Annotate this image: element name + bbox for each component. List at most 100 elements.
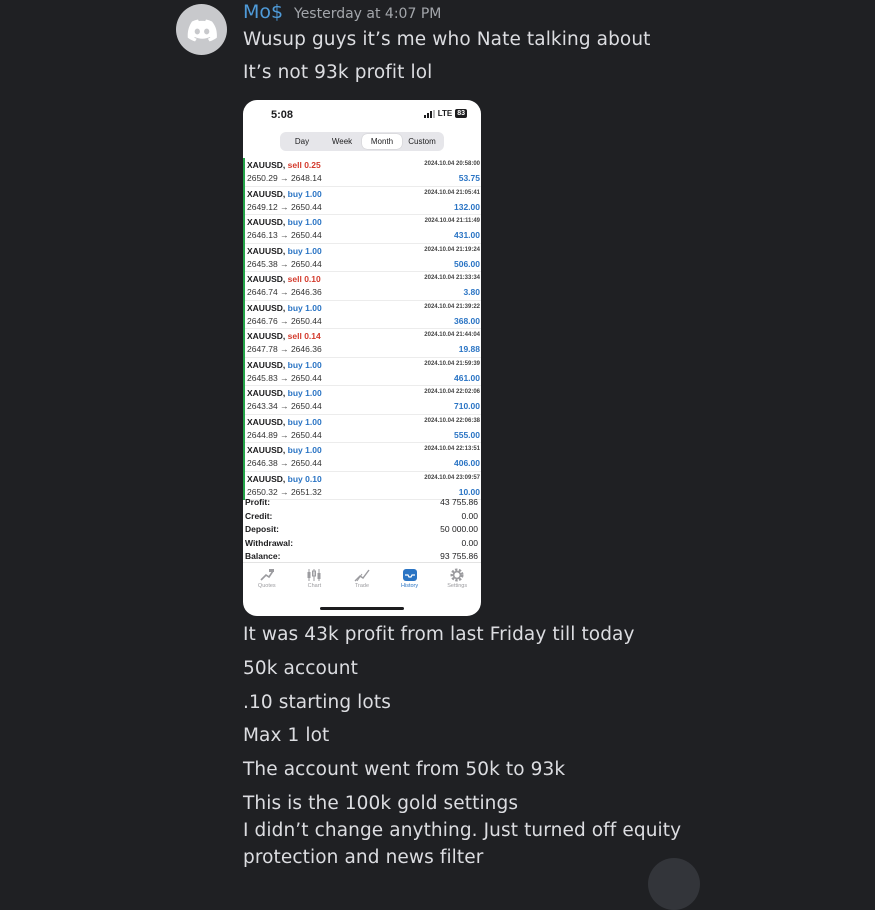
nav-label: Quotes [257,583,276,589]
message-line: protection and news filter [243,847,484,868]
clipped-row [245,152,479,157]
battery-icon: 83 [455,109,467,118]
nav-settings[interactable]: Settings [433,563,481,601]
trade-time: 2024.10.04 21:44:04 [424,332,480,338]
summary-label: Profit: [245,497,271,507]
summary-value: 0.00 [461,537,478,548]
trade-prices: 2647.78 → 2646.36 [247,344,322,354]
trade-lots: 1.00 [305,388,322,398]
gear-icon [433,567,481,583]
nav-chart[interactable]: Chart [291,563,339,601]
message-line: I didn’t change anything. Just turned of… [243,820,682,841]
tab-week[interactable]: Week [322,134,362,149]
trade-row[interactable]: XAUUSD, buy 1.00 2645.83 → 2650.44 2024.10… [245,358,481,386]
trade-list: XAUUSD, sell 0.25 2650.29 → 2648.14 2024.1… [243,158,481,500]
trade-lots: 1.00 [305,445,322,455]
trade-symbol: XAUUSD, buy 1.00 [247,416,322,427]
tab-custom[interactable]: Custom [402,134,442,149]
trade-row[interactable]: XAUUSD, buy 1.00 2645.38 → 2650.44 2024.10… [245,244,481,272]
trade-row[interactable]: XAUUSD, sell 0.25 2650.29 → 2648.14 2024.1… [245,158,481,187]
trade-time: 2024.10.04 21:11:49 [424,218,480,224]
scroll-button[interactable] [648,858,700,910]
trade-row[interactable]: XAUUSD, buy 1.00 2646.76 → 2650.44 2024.10… [245,301,481,329]
message-timestamp: Yesterday at 4:07 PM [294,6,442,22]
nav-history[interactable]: History [386,563,434,601]
trade-side: buy [287,416,303,427]
trade-time: 2024.10.04 21:59:39 [424,360,480,367]
trade-symbol: XAUUSD, buy 1.00 [247,217,322,227]
trade-lots: 1.00 [305,359,322,370]
network-label: LTE [437,109,453,118]
trade-prices: 2650.29 → 2648.14 [247,173,322,183]
nav-label: Trade [354,583,370,589]
trade-time: 2024.10.04 22:06:38 [424,417,480,424]
trade-time: 2024.10.04 21:33:34 [424,275,480,281]
trade-symbol: XAUUSD, sell 0.25 [247,160,321,170]
trade-row[interactable]: XAUUSD, buy 1.00 2649.12 → 2650.44 2024.10… [245,187,481,215]
trade-symbol: XAUUSD, buy 1.00 [247,445,322,455]
trade-side: buy [287,302,303,313]
trade-profit: 710.00 [454,401,480,411]
trade-row[interactable]: XAUUSD, buy 1.00 2646.38 → 2650.44 2024.10… [245,443,481,472]
author-name[interactable]: Mo$ [243,1,283,23]
trade-profit: 368.00 [454,315,480,326]
summary-label: Withdrawal: [245,537,294,548]
trade-time: 2024.10.04 20:58:00 [424,161,480,167]
trade-prices: 2649.12 → 2650.44 [247,201,322,212]
trade-prices: 2646.13 → 2650.44 [247,230,322,240]
trade-row[interactable]: XAUUSD, buy 1.00 2644.89 → 2650.44 2024.10… [245,415,481,443]
nav-trade[interactable]: Trade [338,563,386,601]
trade-profit: 3.80 [463,287,480,297]
nav-label: Chart [307,583,322,589]
trade-time: 2024.10.04 23:09:57 [424,474,480,481]
trade-row[interactable]: XAUUSD, sell 0.10 2646.74 → 2646.36 2024.1… [245,272,481,301]
trade-time: 2024.10.04 22:13:51 [424,446,480,452]
trade-prices: 2650.32 → 2651.32 [247,486,322,497]
trade-row[interactable]: XAUUSD, buy 1.00 2643.34 → 2650.44 2024.10… [245,386,481,415]
trade-lots: 1.00 [305,217,322,227]
bottom-nav: Quotes Chart Trade History Settings [243,562,481,601]
home-indicator [320,607,404,610]
history-inbox-icon [386,567,434,583]
trade-symbol: XAUUSD, buy 0.10 [247,473,322,484]
trade-symbol: XAUUSD, buy 1.00 [247,388,322,398]
trade-side: buy [287,473,303,484]
nav-label: Settings [447,583,468,589]
nav-quotes[interactable]: Quotes [243,563,291,601]
trade-profit: 19.88 [458,344,480,354]
summary-value: 50 000.00 [440,524,478,535]
trade-symbol: XAUUSD, buy 1.00 [247,245,322,256]
candlestick-chart-icon [291,567,339,583]
message-line: The account went from 50k to 93k [243,759,566,780]
summary-label: Deposit: [245,524,279,535]
trade-lots: 0.14 [304,331,321,341]
summary-value: 43 755.86 [440,497,478,507]
summary-label: Credit: [245,510,273,521]
trade-profit: 132.00 [454,201,480,212]
trade-profit: 53.75 [458,173,480,183]
trade-profit: 506.00 [454,258,480,269]
trade-profit: 461.00 [454,372,480,383]
trade-time: 2024.10.04 21:19:24 [424,246,480,253]
trade-symbol: XAUUSD, buy 1.00 [247,188,322,199]
tab-day[interactable]: Day [282,134,322,149]
trade-prices: 2645.38 → 2650.44 [247,258,322,269]
trade-lots: 1.00 [305,416,322,427]
trade-row[interactable]: XAUUSD, sell 0.14 2647.78 → 2646.36 2024.1… [245,329,481,358]
user-avatar[interactable] [176,4,227,55]
trade-side: buy [287,188,303,199]
trade-side: buy [287,388,303,398]
message-line: It was 43k profit from last Friday till … [243,624,635,645]
trade-side: buy [287,445,303,455]
trade-lots: 1.00 [305,245,322,256]
trade-lots: 1.00 [305,302,322,313]
attached-screenshot[interactable]: 5:08 LTE 83 Day Week Month Custom XAUUSD… [243,100,481,616]
tab-month[interactable]: Month [362,134,402,149]
discord-logo-icon [187,19,217,41]
quotes-icon [243,567,291,583]
trade-lots: 0.10 [305,473,322,484]
message-line: Wusup guys it’s me who Nate talking abou… [243,29,651,50]
trade-row[interactable]: XAUUSD, buy 1.00 2646.13 → 2650.44 2024.10… [245,215,481,244]
trade-side: sell [287,331,302,341]
trade-lots: 0.10 [304,274,321,284]
